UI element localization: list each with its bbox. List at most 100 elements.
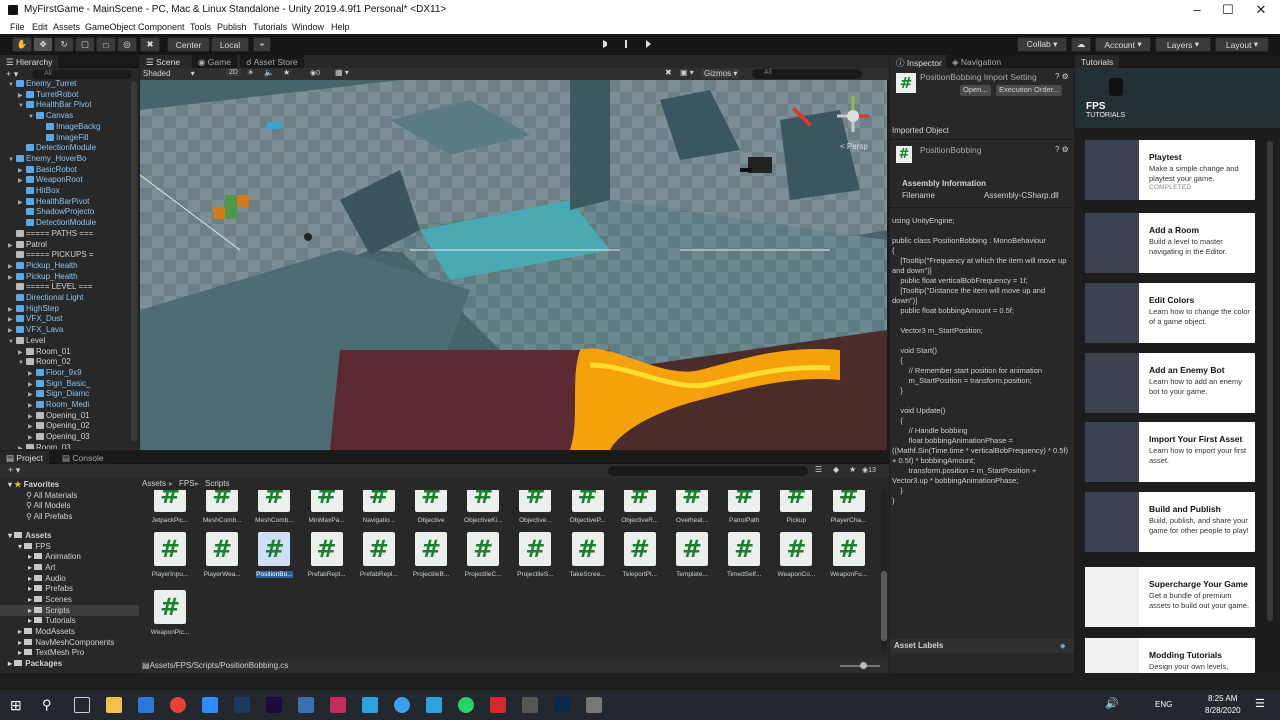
- tutorial-card[interactable]: Build and Publish Build, publish, and sha…: [1085, 492, 1255, 552]
- script-asset[interactable]: # Pickup: [772, 490, 820, 524]
- help-icon[interactable]: ? ⚙: [1055, 72, 1069, 81]
- tab-hierarchy[interactable]: ☰ Hierarchy: [0, 55, 59, 68]
- expand-arrow-icon[interactable]: ▼: [18, 358, 26, 369]
- hierarchy-item[interactable]: ▶ Pickup_Health: [8, 261, 78, 272]
- script-asset[interactable]: # MinMaxPa...: [303, 490, 351, 524]
- hierarchy-scrollbar[interactable]: [131, 81, 137, 441]
- hierarchy-item[interactable]: ▶ Room_01: [18, 347, 71, 358]
- unity-icon[interactable]: [586, 697, 602, 713]
- hierarchy-item[interactable]: ▼ Enemy_HoverBo: [8, 154, 86, 165]
- grid-icon[interactable]: ▦ ▾: [335, 68, 349, 77]
- script-asset[interactable]: # ObjectiveR...: [616, 490, 664, 524]
- app-icon[interactable]: [330, 697, 346, 713]
- notification-icon[interactable]: ☰: [1255, 697, 1269, 711]
- favorites-item[interactable]: ⚲ All Prefabs: [26, 512, 72, 521]
- tab-inspector[interactable]: ⓘ Inspector: [890, 55, 948, 68]
- hierarchy-item[interactable]: ▶ VFX_Dust: [8, 314, 62, 325]
- app-icon[interactable]: [394, 697, 410, 713]
- script-asset[interactable]: # Navigatio...: [355, 490, 403, 524]
- move-tool-icon[interactable]: ✥: [33, 37, 53, 52]
- lightroom-icon[interactable]: [234, 697, 250, 713]
- expand-arrow-icon[interactable]: ▼: [8, 155, 16, 166]
- hierarchy-item[interactable]: ▶ Pickup_Health: [8, 272, 78, 283]
- menu-edit[interactable]: Edit: [32, 22, 48, 32]
- menu-tutorials[interactable]: Tutorials: [253, 22, 287, 32]
- hierarchy-item[interactable]: ▶ Opening_02: [28, 421, 90, 432]
- chrome-icon[interactable]: [170, 697, 186, 713]
- hierarchy-item[interactable]: ▶ VFX_Lava: [8, 325, 63, 336]
- collab-button[interactable]: Collab ▾: [1017, 37, 1067, 52]
- layout-dropdown[interactable]: Layout ▾: [1215, 37, 1269, 52]
- script-asset[interactable]: # MeshComb...: [198, 490, 246, 524]
- script-asset[interactable]: # PrefabRepl...: [355, 532, 403, 578]
- script-asset[interactable]: # TeleportPl...: [616, 532, 664, 578]
- effects-icon[interactable]: ★: [283, 68, 290, 77]
- rotate-tool-icon[interactable]: ↻: [54, 37, 74, 52]
- hierarchy-item[interactable]: ▶ Patrol: [8, 240, 47, 251]
- label-tag-icon[interactable]: ◆: [1060, 642, 1065, 650]
- folder-audio[interactable]: ▸ Audio: [28, 574, 66, 583]
- hand-tool-icon[interactable]: ✋: [12, 37, 32, 52]
- shading-mode-dropdown[interactable]: Shaded ▾: [143, 69, 195, 78]
- filter-type-icon[interactable]: ☰: [815, 465, 822, 474]
- folder-animation[interactable]: ▸ Animation: [28, 552, 81, 561]
- tools-icon[interactable]: ✖: [665, 68, 672, 77]
- tutorials-scrollbar[interactable]: [1267, 141, 1273, 621]
- open-button[interactable]: Open...: [960, 85, 991, 96]
- unity-hub-icon[interactable]: [522, 697, 538, 713]
- folder-scenes[interactable]: ▸ Scenes: [28, 595, 72, 604]
- menu-file[interactable]: File: [10, 22, 25, 32]
- menu-tools[interactable]: Tools: [190, 22, 211, 32]
- script-asset[interactable]: # WeaponPic...: [146, 590, 194, 636]
- script-asset[interactable]: # MeshComb...: [250, 490, 298, 524]
- tab-navigation[interactable]: ◈ Navigation: [946, 55, 1008, 68]
- asset-scrollbar[interactable]: [881, 491, 887, 651]
- hierarchy-item[interactable]: HitBox: [18, 186, 60, 197]
- camera-icon[interactable]: ▣ ▾: [680, 68, 694, 77]
- hierarchy-item[interactable]: ▶ Opening_01: [28, 411, 90, 422]
- zoom-slider[interactable]: [840, 662, 880, 669]
- tab-asset-store[interactable]: ☌ Asset Store: [240, 55, 304, 68]
- tab-game[interactable]: ◉ Game: [192, 55, 237, 68]
- expand-arrow-icon[interactable]: ▶: [18, 444, 26, 449]
- script-asset[interactable]: # WeaponFu...: [825, 532, 873, 578]
- edge-icon[interactable]: [138, 697, 154, 713]
- scale-tool-icon[interactable]: ▢: [75, 37, 95, 52]
- volume-icon[interactable]: 🔊: [1105, 697, 1121, 713]
- menu-publish[interactable]: Publish: [217, 22, 247, 32]
- assets-root[interactable]: ▾ Assets: [8, 531, 52, 540]
- favorites-header[interactable]: ▾ ★ Favorites: [8, 480, 59, 489]
- hierarchy-item[interactable]: DetectionModule: [18, 143, 96, 154]
- scene-search-input[interactable]: All: [752, 69, 862, 79]
- script-asset[interactable]: # WeaponCo...: [772, 532, 820, 578]
- task-view-icon[interactable]: [74, 697, 90, 713]
- script-asset[interactable]: # Objective: [407, 490, 455, 524]
- scene-gizmo-icon[interactable]: [833, 88, 873, 138]
- tab-tutorials[interactable]: Tutorials: [1075, 55, 1120, 68]
- script-asset[interactable]: # TimedSelf...: [720, 532, 768, 578]
- project-search-input[interactable]: [608, 466, 808, 476]
- hierarchy-item[interactable]: ▼ Enemy_Turret: [8, 79, 76, 90]
- script-asset[interactable]: # Objective...: [511, 490, 559, 524]
- script-asset[interactable]: # PlayerInpu...: [146, 532, 194, 578]
- hierarchy-item[interactable]: ▶ TurretRobot: [18, 90, 78, 101]
- script-asset[interactable]: # PrefabRepl...: [303, 532, 351, 578]
- gizmos-dropdown[interactable]: Gizmos ▾: [702, 69, 740, 78]
- tab-console[interactable]: ▤ Console: [56, 451, 110, 464]
- app-icon[interactable]: [298, 697, 314, 713]
- layers-dropdown[interactable]: Layers ▾: [1155, 37, 1211, 52]
- expand-arrow-icon[interactable]: ▼: [8, 80, 16, 91]
- execution-order-button[interactable]: Execution Order...: [996, 85, 1063, 96]
- expand-arrow-icon[interactable]: ▼: [8, 337, 16, 348]
- tab-scene[interactable]: ☰ Scene: [140, 55, 187, 68]
- pause-icon[interactable]: [619, 38, 633, 50]
- folder-fps[interactable]: ▾ FPS: [18, 542, 51, 551]
- audio-icon[interactable]: 🔈: [264, 68, 274, 77]
- menu-window[interactable]: Window: [292, 22, 324, 32]
- folder-art[interactable]: ▸ Art: [28, 563, 55, 572]
- search-icon[interactable]: ⚲: [42, 697, 58, 713]
- pivot-local-button[interactable]: Local: [211, 37, 249, 52]
- breadcrumb-assets[interactable]: Assets: [142, 479, 166, 488]
- tutorial-card[interactable]: Modding Tutorials Design your own levels,: [1085, 638, 1255, 673]
- folder-modassets[interactable]: ▸ ModAssets: [18, 627, 75, 636]
